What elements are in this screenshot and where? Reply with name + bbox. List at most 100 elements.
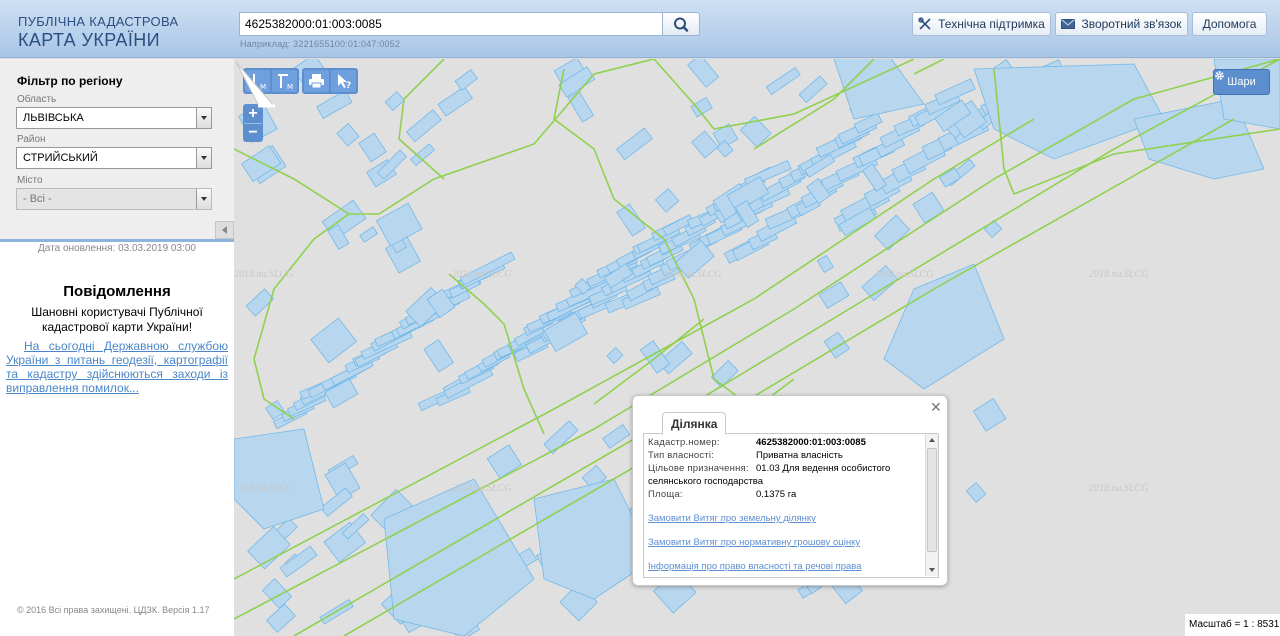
land-parcel[interactable]	[861, 163, 888, 192]
map-watermark: 2018.na.SLCG	[662, 269, 722, 280]
purpose-value: 01.03 Для ведення особистого	[756, 463, 891, 474]
city-value: - Всі -	[23, 193, 52, 205]
popup-tabs: Ділянка	[643, 410, 938, 435]
land-parcel[interactable]	[316, 89, 353, 119]
scroll-down-icon[interactable]	[929, 568, 935, 572]
land-parcel[interactable]	[454, 69, 478, 91]
cadastral-value: 4625382000:01:003:0085	[756, 437, 866, 448]
map-scale: Масштаб = 1 : 8531	[1185, 614, 1280, 636]
land-parcel[interactable]	[265, 603, 296, 633]
city-label: Місто	[17, 175, 43, 186]
land-parcel[interactable]	[602, 423, 631, 449]
land-parcel[interactable]	[912, 191, 945, 224]
gear-icon	[1215, 71, 1224, 80]
identify-icon[interactable]: ?	[331, 70, 356, 92]
city-select[interactable]: - Всі -	[16, 188, 212, 210]
copyright: © 2016 Всі права захищені. ЦДЗК. Версія …	[17, 605, 210, 615]
map-watermark: 2018.na.SLCG	[452, 483, 512, 494]
land-parcel[interactable]	[359, 226, 379, 243]
svg-text:M: M	[287, 83, 293, 91]
rayon-select[interactable]: СТРИЙСЬКИЙ	[16, 147, 212, 169]
help-button[interactable]: Допомога	[1192, 12, 1267, 36]
ownership-value: Приватна власність	[756, 450, 843, 461]
cadastral-map[interactable]: 2018.na.SLCG 2018.na.SLCG 2018.na.SLCG 2…	[234, 59, 1280, 636]
message-title: Повідомлення	[63, 283, 171, 300]
support-label: Технічна підтримка	[938, 17, 1045, 31]
feedback-label: Зворотний зв'язок	[1081, 17, 1182, 31]
land-parcel[interactable]	[234, 428, 325, 530]
land-parcel[interactable]	[606, 347, 624, 365]
land-parcel[interactable]	[405, 109, 442, 143]
header: ПУБЛІЧНА КАДАСТРОВА КАРТА УКРАЇНИ Наприк…	[0, 0, 1280, 58]
logo-line1: ПУБЛІЧНА КАДАСТРОВА	[18, 14, 179, 29]
land-parcel[interactable]	[437, 85, 473, 117]
ownership-key: Тип власності:	[648, 450, 715, 461]
logo-line2: КАРТА УКРАЇНИ	[18, 30, 160, 50]
oblast-label: Область	[17, 94, 57, 105]
support-button[interactable]: Технічна підтримка	[912, 12, 1051, 36]
rayon-value: СТРИЙСЬКИЙ	[23, 152, 98, 164]
land-parcel[interactable]	[261, 578, 293, 609]
map-watermark: 2018.na.SLCG	[452, 269, 512, 280]
svg-text:?: ?	[346, 81, 351, 91]
order-extract-link[interactable]: Замовити Витяг про земельну ділянку	[648, 513, 816, 524]
collapse-sidebar-button[interactable]	[215, 221, 234, 239]
scroll-up-icon[interactable]	[929, 438, 935, 442]
land-parcel[interactable]	[823, 331, 850, 359]
parcel-popup: ✕ Ділянка Кадастр.номер: 4625382000:01:0…	[632, 395, 948, 586]
map-watermark: 2018.na.SLCG	[874, 269, 934, 280]
land-parcel[interactable]	[375, 202, 423, 247]
parcel-info: Кадастр.номер: 4625382000:01:003:0085 Ти…	[643, 434, 939, 578]
layers-button[interactable]: Шари	[1213, 69, 1270, 95]
search-example: Наприклад: 3221655100:01:047:0052	[240, 39, 401, 49]
area-key: Площа:	[648, 489, 683, 500]
land-parcel[interactable]	[818, 281, 850, 310]
order-valuation-link[interactable]: Замовити Витяг про нормативну грошову оц…	[648, 537, 860, 548]
chevron-down-icon[interactable]	[196, 148, 211, 168]
land-parcel[interactable]	[310, 317, 358, 364]
land-parcel[interactable]	[765, 66, 801, 96]
zoom-control: + −	[243, 104, 263, 142]
scroll-thumb[interactable]	[927, 448, 937, 552]
land-parcel[interactable]	[972, 398, 1007, 432]
land-parcel[interactable]	[358, 132, 387, 163]
update-date: Дата оновлення: 03.03.2019 03:00	[38, 243, 196, 254]
land-parcel[interactable]	[567, 90, 595, 123]
rayon-label: Район	[17, 134, 46, 145]
region-filter: Фільтр по регіону Область ЛЬВІВСЬКА Райо…	[0, 59, 234, 242]
land-parcel[interactable]	[384, 91, 405, 112]
cadastral-key: Кадастр.номер:	[648, 437, 720, 448]
print-icon[interactable]	[304, 70, 329, 92]
search-button[interactable]	[662, 12, 700, 36]
land-parcel[interactable]	[410, 143, 436, 167]
land-parcel[interactable]	[543, 420, 579, 455]
tab-parcel[interactable]: Ділянка	[662, 412, 727, 435]
message-link[interactable]: На сьогодні Державною службою України з …	[6, 339, 228, 395]
map-watermark: 2018.na.SLCG	[1089, 483, 1149, 494]
zoom-out-button[interactable]: −	[244, 123, 262, 141]
land-parcel[interactable]	[321, 199, 367, 241]
popup-scrollbar[interactable]	[925, 434, 938, 576]
oblast-select[interactable]: ЛЬВІВСЬКА	[16, 107, 212, 129]
land-parcel[interactable]	[423, 339, 455, 373]
land-parcel[interactable]	[687, 59, 720, 88]
land-parcel[interactable]	[615, 127, 653, 161]
chevron-down-icon[interactable]	[196, 189, 211, 209]
purpose-value-2: селянського господарства	[648, 476, 764, 487]
land-parcel[interactable]	[798, 75, 828, 104]
help-label: Допомога	[1202, 17, 1257, 31]
land-parcel[interactable]	[336, 123, 360, 147]
land-parcel[interactable]	[816, 254, 834, 274]
land-parcel[interactable]	[654, 188, 680, 213]
search-input[interactable]	[239, 12, 663, 36]
chevron-down-icon[interactable]	[196, 108, 211, 128]
land-parcel[interactable]	[973, 63, 1165, 160]
map-watermark: 2018.na.SLCG	[1089, 269, 1149, 280]
land-parcel[interactable]	[486, 444, 523, 479]
feedback-button[interactable]: Зворотний зв'язок	[1055, 12, 1188, 36]
land-parcel[interactable]	[965, 482, 987, 503]
message-body: Шановні користувачі Публічної кадастрово…	[31, 305, 203, 334]
site-logo[interactable]: ПУБЛІЧНА КАДАСТРОВА КАРТА УКРАЇНИ	[18, 14, 178, 51]
ownership-info-link[interactable]: Інформація про право власності та речові…	[648, 561, 862, 572]
misc-tools: ?	[302, 68, 358, 94]
